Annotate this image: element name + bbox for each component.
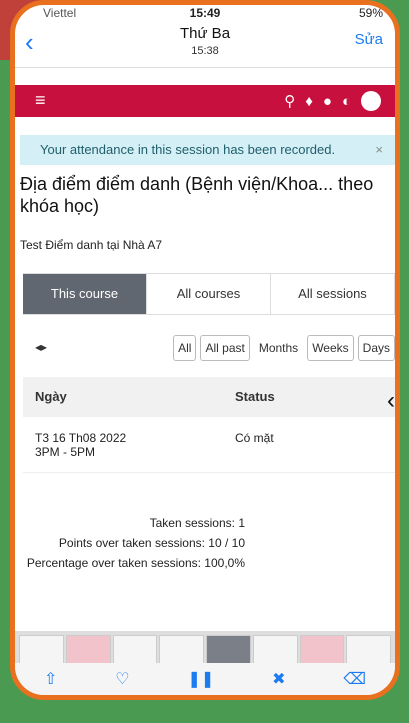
tab-all-courses[interactable]: All courses bbox=[147, 274, 271, 314]
row-date-cell: T3 16 Th08 2022 3PM - 5PM bbox=[23, 431, 235, 472]
share-icon[interactable]: ⇧ bbox=[44, 669, 57, 689]
alert-text: Your attendance in this session has been… bbox=[40, 142, 336, 157]
mute-icon[interactable]: ✖ bbox=[272, 669, 285, 689]
close-icon[interactable]: × bbox=[375, 135, 383, 165]
prev-next-icon[interactable]: ◂▸ bbox=[35, 340, 47, 354]
stat-points: Points over taken sessions: 10 / 10 bbox=[58, 536, 245, 550]
tab-all-sessions[interactable]: All sessions bbox=[271, 274, 395, 314]
site-navbar: ≡ ⚲ ♦ ● ◐ bbox=[15, 85, 395, 117]
view-buttons: All All past Months Weeks Days bbox=[173, 335, 395, 361]
table-row: T3 16 Th08 2022 3PM - 5PM Có mặt bbox=[23, 417, 395, 473]
view-days-button[interactable]: Days bbox=[357, 335, 395, 361]
phone-screen: Viettel 15:49 59% ‹ Thứ Ba 15:38 Sửa ≡ ⚲… bbox=[10, 0, 400, 700]
bottom-toolbar: ⇧ ♡ ❚❚ ✖ ⌫ bbox=[15, 663, 395, 695]
row-status: Có mặt bbox=[235, 431, 274, 445]
bell-icon[interactable]: ♦ bbox=[305, 93, 313, 110]
view-weeks-button[interactable]: Weeks bbox=[307, 335, 354, 361]
sessions-table: Ngày Status T3 16 Th08 2022 3PM - 5PM Có… bbox=[23, 377, 395, 473]
title-bar-title: Thứ Ba bbox=[179, 25, 231, 42]
page-title: Địa điểm điểm danh (Bệnh viện/Khoa... th… bbox=[20, 174, 374, 216]
status-bar: Viettel 15:49 59% bbox=[15, 5, 395, 21]
battery-label: 59% bbox=[358, 6, 383, 20]
view-controls: ◂▸ All All past Months Weeks Days bbox=[23, 335, 395, 363]
tab-this-course[interactable]: This course bbox=[23, 274, 147, 314]
view-months-button[interactable]: Months bbox=[253, 335, 304, 361]
search-icon[interactable]: ⚲ bbox=[284, 92, 295, 110]
row-time: 3PM - 5PM bbox=[35, 445, 96, 459]
title-bar-subtitle: 15:38 bbox=[191, 45, 219, 57]
view-all-past-button[interactable]: All past bbox=[200, 335, 250, 361]
table-header: Ngày Status bbox=[23, 377, 395, 417]
pause-icon[interactable]: ❚❚ bbox=[187, 669, 214, 689]
view-all-button[interactable]: All bbox=[173, 335, 197, 361]
attendance-stats: Taken sessions: 1 Points over taken sess… bbox=[20, 513, 245, 573]
header-date: Ngày bbox=[35, 389, 67, 404]
attendance-alert: Your attendance in this session has been… bbox=[20, 135, 395, 165]
menu-icon[interactable]: ≡ bbox=[35, 90, 46, 111]
globe-icon[interactable]: ◐ bbox=[342, 93, 351, 110]
status-time: 15:49 bbox=[189, 6, 221, 20]
edit-button[interactable]: Sửa bbox=[355, 31, 383, 48]
avatar[interactable] bbox=[361, 91, 381, 111]
row-date: T3 16 Th08 2022 bbox=[35, 431, 127, 445]
location-label: Test Điểm danh tại Nhà A7 bbox=[20, 238, 163, 252]
chat-icon[interactable]: ● bbox=[323, 93, 332, 110]
chevron-left-icon[interactable]: ‹ bbox=[387, 387, 395, 415]
stat-taken-sessions: Taken sessions: 1 bbox=[149, 516, 245, 530]
stat-percentage: Percentage over taken sessions: 100,0% bbox=[26, 556, 245, 570]
course-tabs: This course All courses All sessions bbox=[23, 273, 395, 315]
navbar-icons: ⚲ ♦ ● ◐ bbox=[284, 91, 381, 111]
trash-icon[interactable]: ⌫ bbox=[343, 669, 366, 689]
app-title-bar: ‹ Thứ Ba 15:38 Sửa bbox=[15, 21, 395, 68]
header-status: Status bbox=[235, 389, 275, 404]
heart-icon[interactable]: ♡ bbox=[115, 669, 129, 689]
